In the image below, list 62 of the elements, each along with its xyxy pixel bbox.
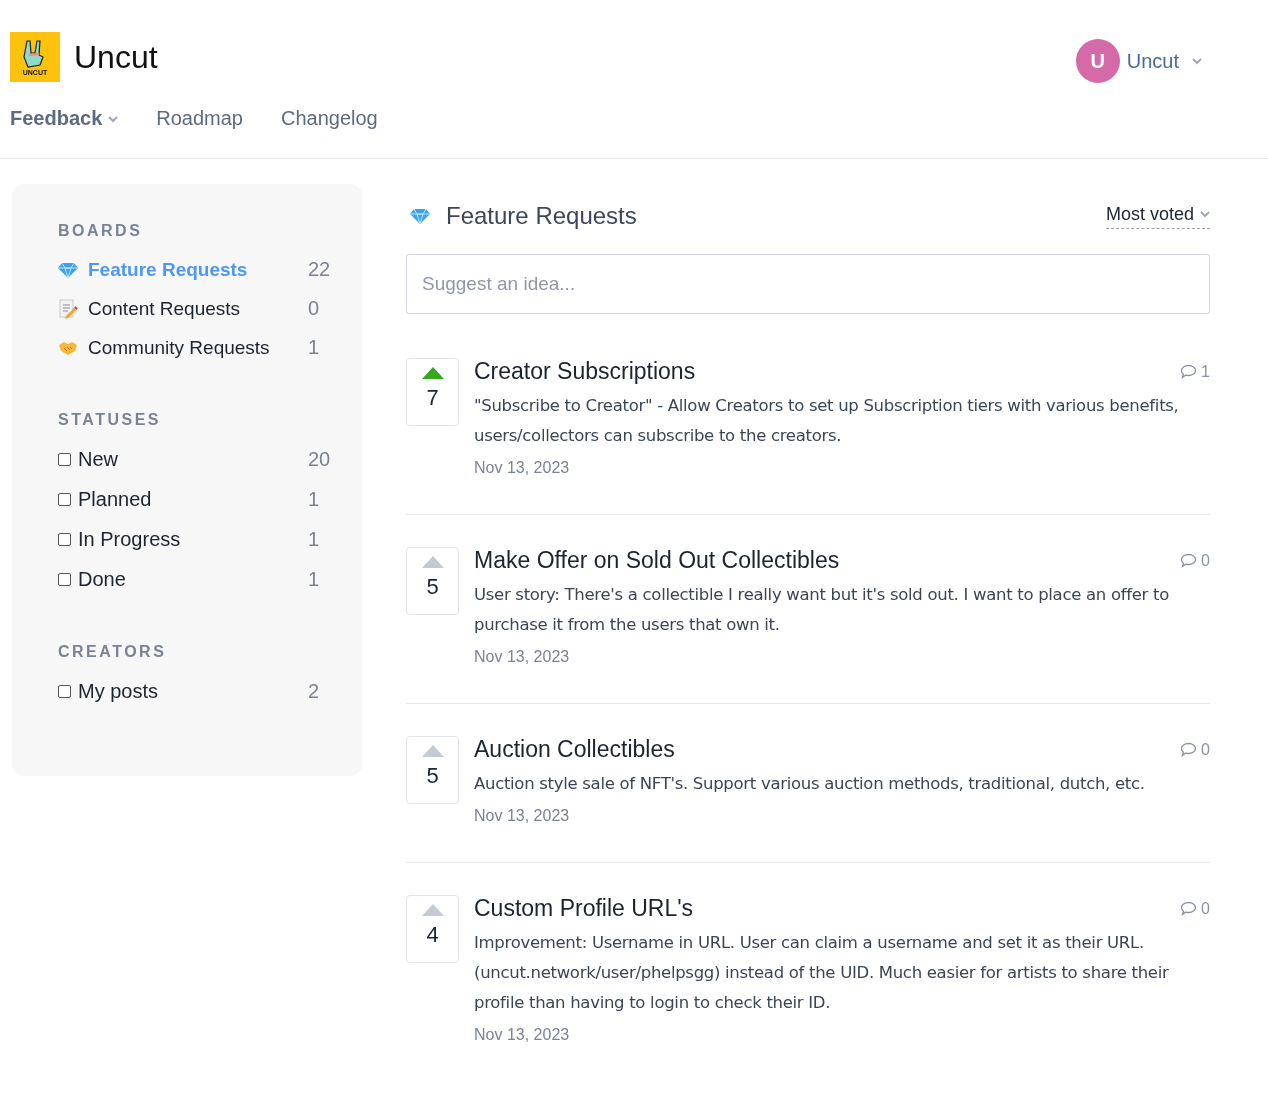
filter-label[interactable]: Planned [78,487,298,511]
comment-icon [1180,553,1198,568]
chevron-down-icon [1192,57,1202,65]
memo-pencil-icon [58,298,78,319]
vote-button[interactable]: 5 [406,547,459,615]
comment-icon [1180,364,1198,379]
board-link[interactable]: Community Requests [88,336,298,359]
post-date: Nov 13, 2023 [474,1026,571,1044]
post-title[interactable]: Make Offer on Sold Out Collectibles [474,547,840,574]
section-heading: CREATORS [58,643,168,661]
comment-count: 0 [1201,899,1210,918]
section-heading: STATUSES [58,411,162,429]
user-menu[interactable]: U Uncut [1075,39,1202,83]
filter-label[interactable]: My posts [78,679,298,703]
count: 20 [308,447,332,471]
comment-icon [1180,901,1198,916]
checkbox[interactable] [58,684,71,698]
section-heading: BOARDS [58,222,144,240]
filter-label[interactable]: Done [78,567,298,591]
board-title: Feature Requests [446,202,637,230]
post-title[interactable]: Creator Subscriptions [474,358,696,385]
nav-tab[interactable]: Roadmap [156,107,243,130]
gem-icon [58,261,78,278]
vote-button[interactable]: 4 [406,895,459,963]
comment-count: 1 [1201,362,1210,381]
nav-tab[interactable]: Feedback [10,107,119,130]
board-link[interactable]: Content Requests [88,297,298,320]
post-description: User story: There's a collectible I really want but it's sold out. I want to place an offer to purchase it from the users that own it. [474,584,1170,636]
count: 1 [308,336,321,359]
filter-label[interactable]: In Progress [78,527,298,551]
post-date: Nov 13, 2023 [474,807,571,825]
post-description: Improvement: Username in URL. User can claim a username and set it as their URL. (uncut.network/user/phelpsgg) instead of the UID. Much easier for artists to share their profile than having to login to check their ID. [474,932,1170,1014]
count: 2 [308,679,321,703]
filter-label[interactable]: New [78,447,298,471]
comment-count: 0 [1201,740,1210,759]
post-description: "Subscribe to Creator" - Allow Creators to set up Subscription tiers with various benefits, users/collectors can subscribe to the creators. [474,395,1180,447]
checkbox[interactable] [58,572,71,586]
count: 1 [308,487,321,511]
handshake-icon [58,339,78,356]
vote-button[interactable]: 5 [406,736,459,804]
post-title[interactable]: Custom Profile URL's [474,895,694,922]
gem-icon [410,208,430,224]
site-title: Uncut [74,38,158,76]
comment-count: 0 [1201,551,1210,570]
vote-button[interactable]: 7 [406,358,459,426]
post-description: Auction style sale of NFT's. Support various auction methods, traditional, dutch, etc. [474,773,1146,795]
comment-icon [1180,742,1198,757]
suggest-input[interactable]: Suggest an idea... [406,254,1210,314]
checkbox[interactable] [58,452,71,466]
nav-tab[interactable]: Changelog [281,107,378,130]
count: 0 [308,297,321,320]
count: 1 [308,527,321,551]
checkbox[interactable] [58,492,71,506]
post-title[interactable]: Auction Collectibles [474,736,675,763]
sort-dropdown[interactable]: Most voted [1105,203,1210,229]
post-date: Nov 13, 2023 [474,459,571,477]
count: 1 [308,567,321,591]
avatar: U [1075,39,1120,83]
checkbox[interactable] [58,532,71,546]
chevron-down-icon [1200,211,1210,219]
post-date: Nov 13, 2023 [474,648,571,666]
count: 22 [308,258,332,281]
